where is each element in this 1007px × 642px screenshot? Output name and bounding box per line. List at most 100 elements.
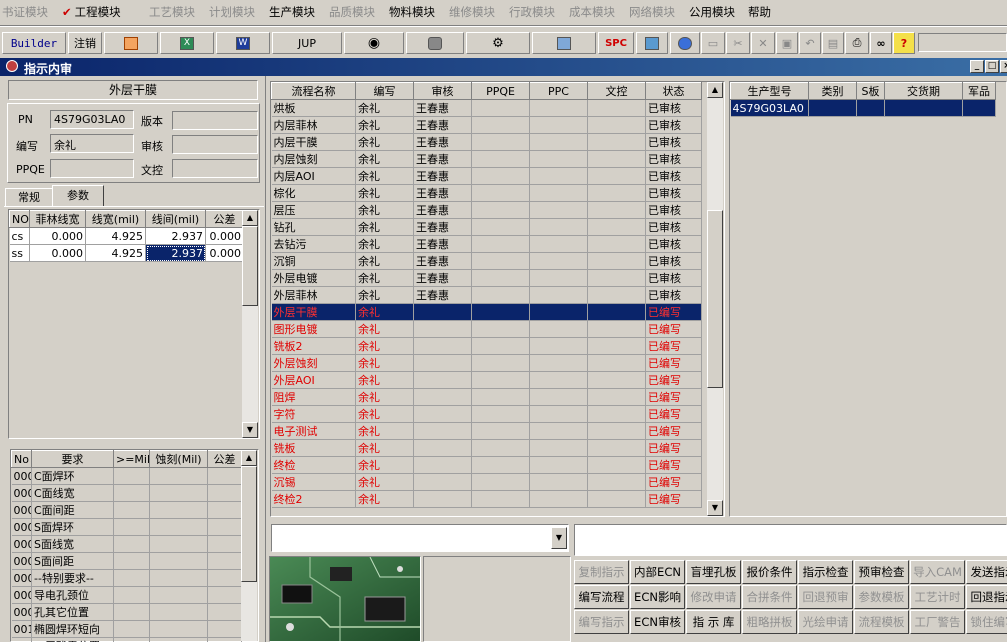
menu-item[interactable]: 成本模块	[569, 4, 615, 20]
table-cell[interactable]	[149, 518, 208, 536]
menu-item[interactable]: 物料模块	[389, 4, 435, 20]
table-cell[interactable]	[471, 473, 530, 491]
table-cell[interactable]: ss	[9, 244, 30, 262]
table-cell[interactable]: 000	[11, 535, 32, 553]
builder-button[interactable]: Builder	[2, 32, 66, 54]
table-row[interactable]: 内层AOI 余礼 王春惠 已审核	[271, 167, 702, 185]
table-cell[interactable]	[587, 184, 646, 202]
table-cell[interactable]	[207, 586, 242, 604]
list-item[interactable]: 000孔其它位置	[11, 603, 242, 621]
table-cell[interactable]	[149, 603, 208, 621]
table-row[interactable]: 4S79G03LA0	[730, 99, 996, 117]
table-cell[interactable]: C面焊环	[31, 467, 114, 485]
table-row[interactable]: 终检 余礼 已编写	[271, 456, 702, 474]
table-row[interactable]: 字符 余礼 已编写	[271, 405, 702, 423]
menu-item-help[interactable]: 帮助	[748, 4, 771, 20]
table-row[interactable]: ss 0.000 4.925 2.937 0.000	[9, 244, 244, 262]
report-button[interactable]	[104, 32, 158, 54]
table-cell[interactable]	[471, 320, 530, 338]
table-row[interactable]: 沉锡 余礼 已编写	[271, 473, 702, 491]
table-cell[interactable]: 王春惠	[413, 286, 472, 304]
table-cell[interactable]	[471, 456, 530, 474]
table-cell[interactable]: 已编写	[645, 422, 702, 440]
req-scrollbar[interactable]: ▲	[241, 450, 257, 641]
table-cell[interactable]: 王春惠	[413, 167, 472, 185]
delete-button[interactable]: ✕	[751, 32, 775, 54]
ppqe-field[interactable]	[50, 159, 134, 178]
table-cell[interactable]: 余礼	[355, 354, 414, 372]
table-cell[interactable]: 孔其它位置	[31, 603, 114, 621]
table-cell[interactable]	[529, 150, 588, 168]
list-item[interactable]: 001椭圆焊环短向	[11, 620, 242, 638]
table-cell[interactable]	[471, 252, 530, 270]
table-cell[interactable]	[529, 320, 588, 338]
table-cell[interactable]	[529, 99, 588, 117]
table-cell[interactable]	[207, 620, 242, 638]
table-cell[interactable]	[587, 354, 646, 372]
undo-button[interactable]: ↶	[799, 32, 821, 54]
table-cell[interactable]: 已编写	[645, 388, 702, 406]
table-cell[interactable]	[207, 637, 242, 642]
table-row[interactable]: 铣板2 余礼 已编写	[271, 337, 702, 355]
process-scrollbar[interactable]: ▲ ▼	[707, 82, 723, 516]
table-cell[interactable]: 余礼	[355, 337, 414, 355]
table-cell[interactable]	[587, 286, 646, 304]
req-header[interactable]: 要求	[31, 450, 114, 468]
menu-item[interactable]: 品质模块	[329, 4, 375, 20]
table-cell[interactable]	[529, 218, 588, 236]
table-cell[interactable]: 终检2	[271, 490, 356, 508]
table-cell[interactable]: 余礼	[355, 371, 414, 389]
table-cell[interactable]	[587, 371, 646, 389]
table-cell[interactable]: 内层干膜	[271, 133, 356, 151]
scroll-up-icon[interactable]: ▲	[241, 450, 257, 466]
table-row[interactable]: 外层电镀 余礼 王春惠 已审核	[271, 269, 702, 287]
table-cell[interactable]	[471, 354, 530, 372]
action-button[interactable]: 复制指示	[574, 560, 629, 584]
table-cell[interactable]	[113, 569, 150, 587]
table-cell[interactable]: 余礼	[355, 218, 414, 236]
table-row[interactable]: 钻孔 余礼 王春惠 已审核	[271, 218, 702, 236]
table-cell[interactable]: 已编写	[645, 320, 702, 338]
minimize-button[interactable]: _	[970, 60, 984, 73]
table-cell[interactable]: 000	[11, 467, 32, 485]
table-cell[interactable]: 内层AOI	[271, 167, 356, 185]
product-header[interactable]: 类别	[808, 82, 857, 100]
table-cell[interactable]	[529, 116, 588, 134]
action-button[interactable]: 工艺计时	[910, 585, 965, 609]
remark-textbox[interactable]	[574, 524, 1007, 556]
table-cell[interactable]: 已审核	[645, 133, 702, 151]
table-cell[interactable]: 已审核	[645, 184, 702, 202]
toolbar-input[interactable]	[918, 33, 1007, 52]
database-button[interactable]	[406, 32, 464, 54]
table-cell[interactable]	[471, 439, 530, 457]
close-button[interactable]: ×	[1000, 60, 1007, 73]
table-cell[interactable]	[529, 133, 588, 151]
table-cell[interactable]: 余礼	[355, 439, 414, 457]
param-header[interactable]: 公差	[205, 210, 244, 228]
param-header[interactable]: NO.	[9, 210, 30, 228]
action-button[interactable]: 参数模板	[854, 585, 909, 609]
table-cell[interactable]	[113, 586, 150, 604]
table-row[interactable]: 去钻污 余礼 王春惠 已审核	[271, 235, 702, 253]
spc-button[interactable]: SPC	[598, 32, 634, 54]
table-cell[interactable]	[529, 337, 588, 355]
table-cell[interactable]	[471, 150, 530, 168]
table-cell[interactable]	[113, 518, 150, 536]
table-cell[interactable]: 已审核	[645, 167, 702, 185]
table-cell[interactable]	[149, 501, 208, 519]
table-cell[interactable]: 王春惠	[413, 235, 472, 253]
table-cell[interactable]: 已审核	[645, 116, 702, 134]
table-cell[interactable]: 外层菲林	[271, 286, 356, 304]
table-cell[interactable]	[413, 473, 472, 491]
table-cell[interactable]	[529, 252, 588, 270]
table-cell[interactable]	[587, 218, 646, 236]
table-cell[interactable]: 已编写	[645, 405, 702, 423]
table-cell[interactable]	[413, 439, 472, 457]
table-cell[interactable]: 王春惠	[413, 184, 472, 202]
table-row[interactable]: cs 0.000 4.925 2.937 0.000	[9, 227, 244, 245]
req-header[interactable]: No	[11, 450, 32, 468]
table-cell[interactable]	[471, 167, 530, 185]
table-cell[interactable]: 王春惠	[413, 201, 472, 219]
table-cell[interactable]: 王春惠	[413, 269, 472, 287]
table-cell[interactable]	[471, 99, 530, 117]
